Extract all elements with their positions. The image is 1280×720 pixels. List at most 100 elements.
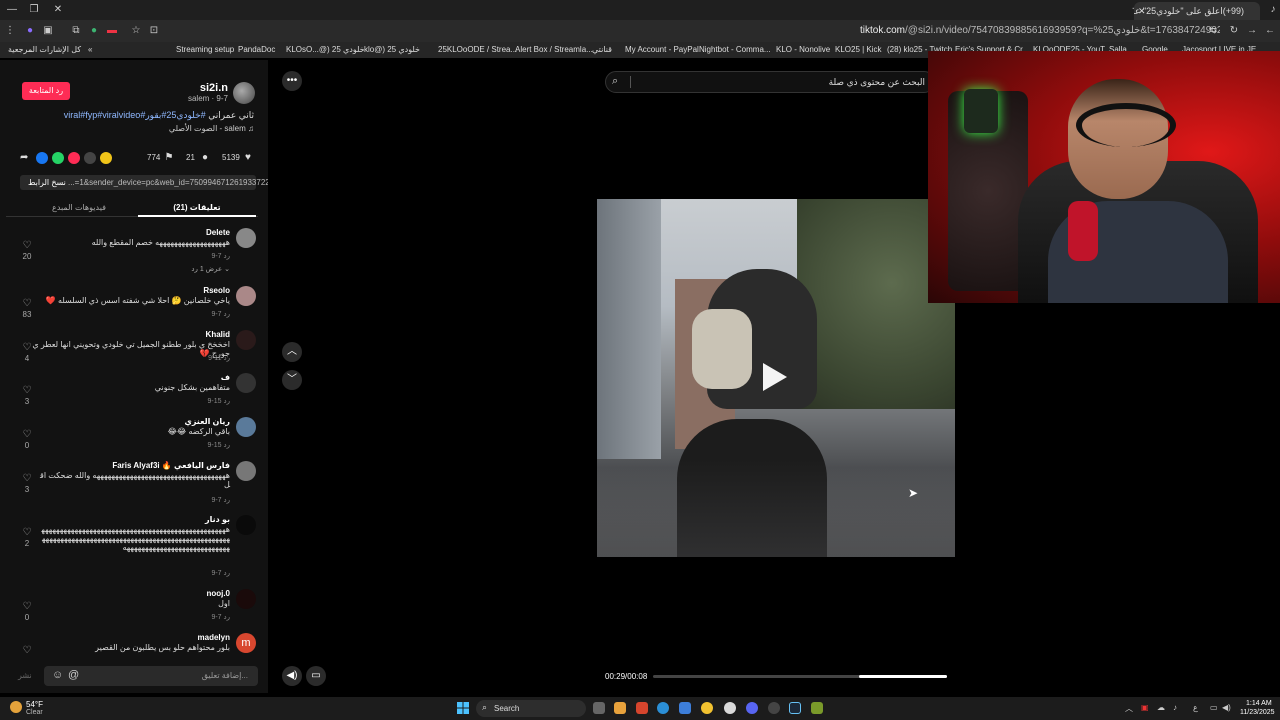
comment-like-icon[interactable]: ♡ [21,527,33,538]
tray-cloud-icon[interactable]: ☁ [1157,703,1165,712]
extension-icon[interactable]: ● [24,25,36,37]
author-avatar[interactable] [233,82,255,104]
tiktok-tab-icon[interactable]: ♪ [1267,4,1279,16]
facebook-share-icon[interactable] [36,152,48,164]
copy-link-button[interactable]: نسخ الرابط [28,178,66,187]
windows-start-icon[interactable] [457,702,469,714]
bookmark-11[interactable]: KLO25 | Kick [835,44,882,56]
comment-author[interactable]: Delete [206,228,230,237]
restore-icon[interactable]: ❐ [28,4,40,16]
tab-comments[interactable]: تعليقات (21) [138,203,256,212]
volume-tray-icon[interactable]: ◀) [1222,703,1231,712]
comment-meta[interactable]: 9-7 رد [211,252,230,260]
network-icon[interactable]: ▭ [1210,703,1218,712]
edge-icon[interactable] [657,702,669,714]
comment-avatar[interactable]: m [236,633,256,653]
comment-author[interactable]: Khalid [206,330,230,339]
app-icon[interactable] [768,702,780,714]
floating-player-icon[interactable]: ▭ [306,666,326,686]
bookmark-10[interactable]: KLO - Nonolive [776,44,830,56]
post-comment-button[interactable]: نشر [18,671,32,680]
bookmark-9[interactable]: Nightbot - Comma... [699,44,771,56]
comment-meta[interactable]: 9-15 رد [208,397,230,405]
bookmark-3[interactable]: KLOsO...@) خلودي 25 [286,44,365,56]
volume-icon[interactable]: ◀) [282,666,302,686]
comment-like-icon[interactable]: ♡ [21,298,33,309]
close-window-icon[interactable]: ✕ [52,4,64,16]
chrome-icon[interactable] [701,702,713,714]
bookmark-7[interactable]: قنانتي [592,44,612,56]
next-video-button[interactable]: ﹀ [282,370,302,390]
comment-author[interactable]: nooj.0 [206,589,230,598]
tiktok-share-icon[interactable] [68,152,80,164]
obs-icon[interactable] [724,702,736,714]
music-label[interactable]: الصوت الأصلي - salem ♫ [169,124,254,133]
bookmark-8[interactable]: My Account - PayPal [625,44,699,56]
weather-temperature[interactable]: 54°F [26,700,43,709]
comment-like-icon[interactable]: ♡ [21,601,33,612]
comment-author[interactable]: ف [221,373,230,382]
close-tab-icon[interactable]: ✕ [1138,2,1146,20]
minimize-icon[interactable]: — [6,4,18,16]
file-explorer-icon[interactable] [614,702,626,714]
clock-time[interactable]: 1:14 AM [1246,700,1272,707]
comment-meta[interactable]: 9-15 رد [208,441,230,449]
install-app-icon[interactable]: ⊡ [148,25,160,37]
bookmark-star-icon[interactable]: ☆ [130,25,142,37]
forward-icon[interactable]: → [1246,25,1258,37]
extensions-icon[interactable]: ▣ [42,25,54,37]
back-icon[interactable]: ← [1264,25,1276,37]
more-options-button[interactable]: ••• [282,71,302,91]
comment-meta[interactable]: 9-11 رد [208,354,230,362]
comment-meta[interactable]: 9-7 رد [211,569,230,577]
comment-like-icon[interactable]: ♡ [21,385,33,396]
comment-author[interactable]: ريان العنزي [185,417,231,426]
address-bar[interactable]: tiktok.com/@si2i.n/video/754708398856169… [860,23,1220,39]
comment-icon[interactable]: ● [199,152,211,164]
tray-mic-icon[interactable]: ♪ [1173,703,1177,712]
follow-back-button[interactable]: رد المتابعة [22,82,70,100]
comment-like-icon[interactable]: ♡ [21,473,33,484]
clock-date[interactable]: 11/23/2025 [1240,709,1275,716]
comment-like-icon[interactable]: ♡ [21,645,33,656]
app-green-icon[interactable] [811,702,823,714]
comment-author[interactable]: بو دنار [205,515,230,524]
bookmark-5[interactable]: 25KLOoODE / Strea... [438,44,517,56]
bookmark-6[interactable]: Alert Box / Streamla... [515,44,593,56]
extension-green-icon[interactable]: ● [88,25,100,37]
previous-video-button[interactable]: ︿ [282,342,302,362]
comment-meta[interactable]: 9-7 رد [211,496,230,504]
weather-icon[interactable] [10,701,22,713]
office-icon[interactable] [636,702,648,714]
bookmark-all[interactable]: كل الإشارات المرجعية [8,44,81,56]
comment-like-icon[interactable]: ♡ [21,240,33,251]
comment-avatar[interactable] [236,286,256,306]
comment-like-icon[interactable]: ♡ [21,342,33,353]
embed-share-icon[interactable] [84,152,96,164]
bookmarks-overflow-icon[interactable]: « [88,44,92,56]
emoji-icon[interactable]: ☺ [52,669,63,681]
comment-avatar[interactable] [236,515,256,535]
taskbar-search[interactable] [476,700,586,717]
bookmark-4[interactable]: klo@) خلودي 25 [364,44,420,56]
extension-red-icon[interactable]: ▬ [106,25,118,37]
bookmark-icon[interactable]: ⚑ [163,152,175,164]
mention-icon[interactable]: @ [68,669,79,681]
site-settings-icon[interactable]: ⇆ [1207,25,1219,37]
comment-meta[interactable]: 9-7 رد [211,310,230,318]
menu-dots-icon[interactable]: ⋮ [4,25,16,37]
comment-author[interactable]: madelyn [198,633,230,642]
comment-author[interactable]: Faris Alyaf3i 🔥 فارس اليافعي [112,461,230,470]
tab-search-icon[interactable]: ⧉ [70,25,82,37]
tab-creator-videos[interactable]: فيديوهات المبدع [20,203,138,212]
comment-avatar[interactable] [236,589,256,609]
comment-meta[interactable]: 9-7 رد [211,613,230,621]
weather-description[interactable]: Clear [26,709,43,716]
author-name[interactable]: si2i.n [200,82,228,94]
comment-avatar[interactable] [236,461,256,481]
input-language[interactable]: ع [1193,703,1198,712]
store-icon[interactable] [679,702,691,714]
more-share-icon[interactable] [100,152,112,164]
bookmark-2[interactable]: PandaDoc [238,44,275,56]
comment-avatar[interactable] [236,373,256,393]
